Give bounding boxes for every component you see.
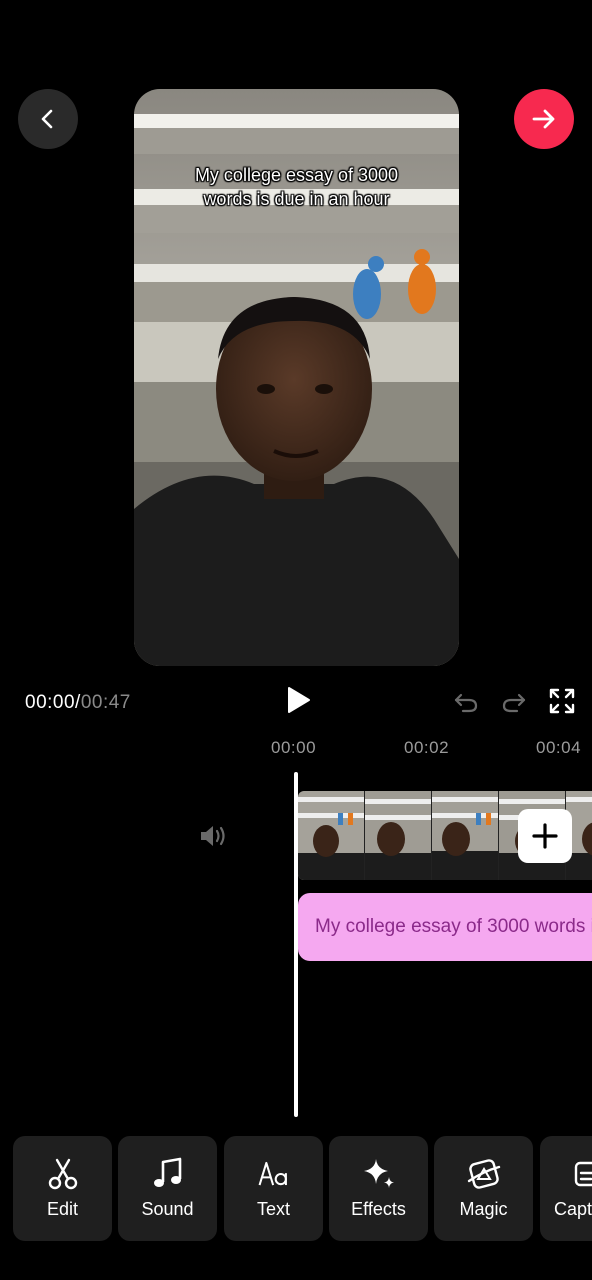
video-caption-overlay[interactable]: My college essay of 3000 words is due in… xyxy=(134,163,459,211)
captions-tool-button[interactable]: Captions xyxy=(540,1136,592,1241)
bottom-toolbar: Edit Sound Text Effects Magic Capt xyxy=(0,1136,592,1241)
fullscreen-icon xyxy=(549,688,575,714)
sparkle-icon xyxy=(363,1159,394,1188)
music-note-icon xyxy=(153,1157,181,1187)
back-button[interactable] xyxy=(18,89,78,149)
effects-tool-button[interactable]: Effects xyxy=(329,1136,428,1241)
volume-icon xyxy=(201,826,225,846)
plus-icon xyxy=(532,823,558,849)
timeline-tick: 00:00 xyxy=(271,738,317,757)
redo-button[interactable] xyxy=(500,687,528,715)
add-clip-button[interactable] xyxy=(518,809,572,863)
clip-thumbnail xyxy=(432,791,499,880)
redo-icon xyxy=(502,693,526,713)
clip-thumbnail xyxy=(365,791,432,880)
clip-thumbnail xyxy=(298,791,365,880)
timeline-tick: 00:02 xyxy=(404,738,450,757)
video-preview[interactable]: My college essay of 3000 words is due in… xyxy=(134,89,459,666)
captions-icon xyxy=(574,1161,592,1187)
effects-tool-label: Effects xyxy=(351,1199,406,1219)
captions-tool-label: Captions xyxy=(553,1199,592,1219)
timeline-tick: 00:04 xyxy=(536,738,582,757)
text-tool-label: Text xyxy=(256,1199,290,1219)
fullscreen-button[interactable] xyxy=(548,687,576,715)
play-icon xyxy=(288,687,310,713)
clip-volume-button[interactable] xyxy=(198,822,228,850)
undo-icon xyxy=(454,693,478,713)
next-button[interactable] xyxy=(514,89,574,149)
scissors-icon xyxy=(48,1158,77,1190)
text-tool-button[interactable]: Text xyxy=(224,1136,323,1241)
play-button[interactable] xyxy=(282,684,314,716)
arrow-right-icon xyxy=(532,109,555,129)
total-time: 00:47 xyxy=(80,692,131,713)
time-display: 00:00/00:47 xyxy=(25,692,131,714)
text-aa-icon xyxy=(258,1161,287,1186)
chevron-left-icon xyxy=(41,109,53,129)
edit-tool-label: Edit xyxy=(46,1199,79,1219)
magic-icon xyxy=(467,1159,500,1189)
current-time: 00:00 xyxy=(25,692,76,713)
magic-tool-label: Magic xyxy=(459,1199,508,1219)
magic-tool-button[interactable]: Magic xyxy=(434,1136,533,1241)
sound-tool-label: Sound xyxy=(141,1199,194,1219)
text-clip-track[interactable]: My college essay of 3000 words is due in… xyxy=(298,893,592,961)
sound-tool-button[interactable]: Sound xyxy=(118,1136,217,1241)
video-editor-screen: My college essay of 3000 words is due in… xyxy=(0,0,592,1280)
playhead[interactable] xyxy=(294,772,298,1117)
edit-tool-button[interactable]: Edit xyxy=(13,1136,112,1241)
undo-button[interactable] xyxy=(452,687,480,715)
